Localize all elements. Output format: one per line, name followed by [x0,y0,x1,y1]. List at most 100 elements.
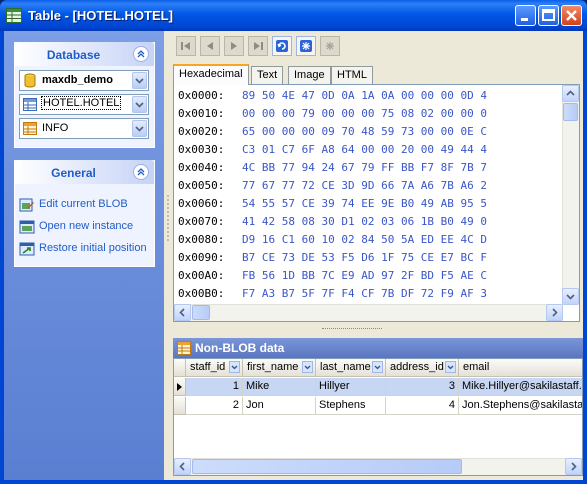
hex-bytes: F7 A3 B7 5F 7F F4 CF 7B DF 72 F9 AF 3 [242,287,488,300]
cell-last-name[interactable]: Hillyer [316,378,386,396]
hex-address: 0x0040: [178,161,225,174]
scroll-left-button[interactable] [174,458,191,475]
column-header-staff-id[interactable]: staff_id [186,359,243,377]
refresh-button[interactable] [272,36,292,56]
cell-address-id[interactable]: 3 [386,378,459,396]
hex-vertical-scrollbar[interactable] [562,85,579,305]
general-collapse-button[interactable] [133,164,149,180]
post-button[interactable] [296,36,316,56]
tab-image[interactable]: Image [288,66,331,84]
navigation-pane: Database maxdb_demo HOTEL.HOTEL INFO Gen… [4,31,164,480]
hex-address: 0x0070: [178,215,225,228]
tab-text[interactable]: Text [251,66,284,84]
column-filter-button[interactable] [229,361,240,373]
minimize-button[interactable] [515,5,536,26]
cancel-button[interactable] [320,36,340,56]
cell-staff-id[interactable]: 2 [186,397,243,415]
hex-line: 0x0050: 77 67 77 72 CE 3D 9D 66 7A A6 7B … [178,177,564,195]
close-icon [566,10,577,21]
horizontal-splitter[interactable] [322,328,382,331]
hex-line: 0x0000: 89 50 4E 47 0D 0A 1A 0A 00 00 00 … [178,87,564,105]
hex-horizontal-thumb[interactable] [192,305,210,320]
grid-horizontal-thumb[interactable] [192,459,462,474]
minimize-icon [521,18,528,21]
column-filter-button[interactable] [445,361,456,373]
chevron-down-icon [135,78,144,84]
hex-line: 0x00B0: F7 A3 B7 5F 7F F4 CF 7B DF 72 F9 … [178,285,564,303]
hex-line: 0x0010: 00 00 00 79 00 00 00 75 08 02 00 … [178,105,564,123]
hex-viewer[interactable]: 0x0000: 89 50 4E 47 0D 0A 1A 0A 00 00 00 … [173,84,580,322]
tab-html[interactable]: HTML [331,66,373,84]
next-record-button[interactable] [224,36,244,56]
non-blob-grid[interactable]: staff_id first_name last_name address_id… [173,358,583,476]
refresh-icon [276,40,288,52]
chevron-up-icon [137,50,145,58]
view-combo[interactable]: INFO [19,118,149,139]
hex-bytes: 77 67 77 72 CE 3D 9D 66 7A A6 7B A6 2 [242,179,488,192]
hex-bytes: 54 55 57 CE 39 74 EE 9E B0 49 AB 95 5 [242,197,488,210]
scroll-up-button[interactable] [562,85,579,102]
table-combo-dropdown[interactable] [132,96,147,113]
prior-record-button[interactable] [200,36,220,56]
column-header-first-name[interactable]: first_name [243,359,316,377]
column-header-label: staff_id [190,361,226,373]
database-group-header[interactable]: Database [15,42,154,66]
general-group: General Edit current BLOB Open new insta… [14,160,155,267]
hex-line: 0x0060: 54 55 57 CE 39 74 EE 9E B0 49 AB … [178,195,564,213]
hex-line: 0x0040: 4C BB 77 94 24 67 79 FF BB F7 8F … [178,159,564,177]
database-combo-dropdown[interactable] [132,72,147,89]
hex-bytes: 65 00 00 00 09 70 48 59 73 00 00 0E C [242,125,488,138]
scroll-right-button[interactable] [565,458,582,475]
tab-hexadecimal[interactable]: Hexadecimal [173,64,249,85]
window-frame-right [583,31,587,484]
table-app-icon [6,8,22,23]
general-group-header[interactable]: General [15,160,154,184]
column-header-email[interactable]: email [459,359,582,377]
cell-email[interactable]: Jon.Stephens@sakilastaff [459,397,582,415]
new-instance-icon [19,220,35,234]
table-combo[interactable]: HOTEL.HOTEL [19,94,149,115]
title-bar[interactable]: Table - [HOTEL.HOTEL] [0,0,587,31]
pane-splitter[interactable] [164,31,172,480]
cell-address-id[interactable]: 4 [386,397,459,415]
hex-horizontal-scrollbar[interactable] [174,304,563,321]
cell-staff-id[interactable]: 1 [186,378,243,396]
row-indicator[interactable] [174,397,186,415]
scroll-down-button[interactable] [562,288,579,305]
last-record-button[interactable] [248,36,268,56]
hex-address: 0x0080: [178,233,225,246]
hex-address: 0x0090: [178,251,225,264]
maximize-button[interactable] [538,5,559,26]
current-row-arrow-icon [177,383,182,391]
chevron-down-icon [374,365,381,370]
column-header-address-id[interactable]: address_id [386,359,459,377]
column-header-last-name[interactable]: last_name [316,359,386,377]
database-collapse-button[interactable] [133,46,149,62]
hex-address: 0x00B0: [178,287,225,300]
database-group-title: Database [46,48,101,62]
hex-bytes: C3 01 C7 6F A8 64 00 00 20 00 49 44 4 [242,143,488,156]
cell-email[interactable]: Mike.Hillyer@sakilastaff.c [459,378,582,396]
first-record-button[interactable] [176,36,196,56]
cell-first-name[interactable]: Mike [243,378,316,396]
grid-horizontal-scrollbar[interactable] [174,458,582,475]
view-combo-dropdown[interactable] [132,120,147,137]
arrow-right-icon [571,462,577,471]
hex-address: 0x0060: [178,197,225,210]
row-indicator[interactable] [174,378,186,396]
close-button[interactable] [561,5,582,26]
chevron-down-icon [231,365,238,370]
scroll-right-button[interactable] [546,304,563,321]
database-combo[interactable]: maxdb_demo [19,70,149,91]
general-group-title: General [51,166,96,180]
cell-first-name[interactable]: Jon [243,397,316,415]
column-filter-button[interactable] [302,361,313,373]
arrow-right-icon [552,308,558,317]
cell-last-name[interactable]: Stephens [316,397,386,415]
column-filter-button[interactable] [372,361,383,373]
arrow-left-icon [179,308,185,317]
scroll-left-button[interactable] [174,304,191,321]
hex-vertical-thumb[interactable] [563,103,578,121]
maximize-icon [542,9,555,21]
last-record-icon [254,42,263,50]
